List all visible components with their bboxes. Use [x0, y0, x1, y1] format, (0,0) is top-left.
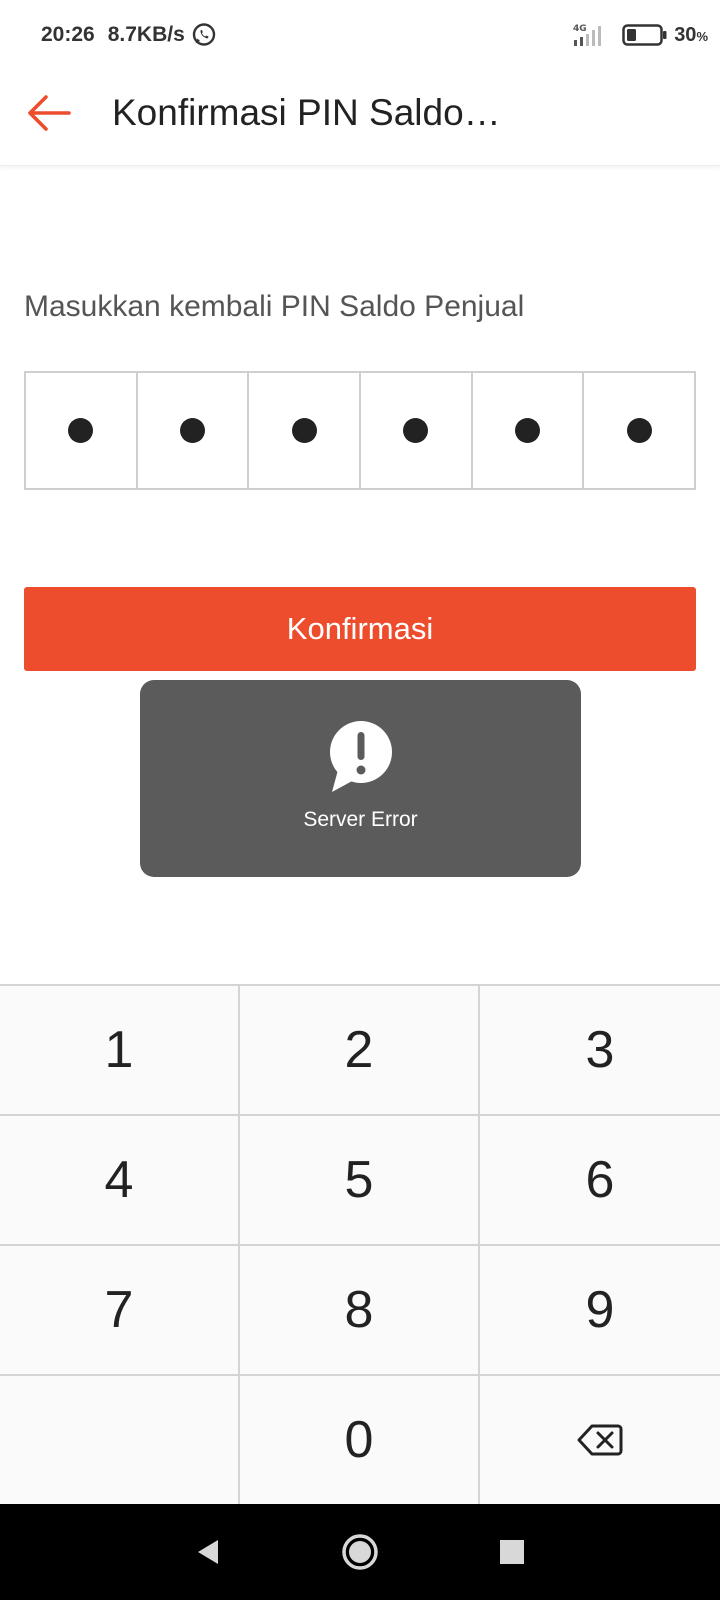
- keypad-key-2[interactable]: 2: [240, 986, 480, 1116]
- pin-input[interactable]: [24, 371, 696, 490]
- signal-icon: 4G: [573, 24, 602, 46]
- status-bar-left: 20:26 8.7KB/s: [41, 20, 217, 50]
- pin-cell: [249, 373, 362, 488]
- status-time: 20:26: [41, 23, 95, 46]
- keypad-key-0[interactable]: 0: [240, 1376, 480, 1506]
- backspace-icon: [577, 1424, 623, 1456]
- pin-dot: [403, 418, 429, 443]
- keypad-key-6[interactable]: 6: [480, 1116, 720, 1246]
- numeric-keypad: 123 456 7890: [0, 984, 720, 1506]
- pin-cell: [138, 373, 250, 488]
- pin-cell: [361, 373, 473, 488]
- pin-dot: [626, 418, 652, 443]
- keypad-key-7[interactable]: 7: [0, 1246, 240, 1376]
- pin-cell: [584, 373, 694, 488]
- toast-message: Server Error: [303, 808, 418, 831]
- confirm-button[interactable]: Konfirmasi: [24, 587, 696, 671]
- network-type-label: 4G: [573, 24, 587, 34]
- keypad-key-3[interactable]: 3: [480, 986, 720, 1116]
- nav-recents-icon[interactable]: [492, 1532, 532, 1572]
- network-speed: 8.7KB/s: [107, 23, 185, 46]
- keypad-key-1[interactable]: 1: [0, 986, 240, 1116]
- app-bar: Konfirmasi PIN Saldo…: [0, 70, 720, 166]
- whatsapp-icon: [192, 23, 215, 46]
- back-button[interactable]: [22, 86, 76, 140]
- pin-dot: [515, 418, 541, 443]
- keypad-blank: [0, 1376, 240, 1506]
- alert-bubble-icon: [329, 721, 392, 792]
- pin-dot: [291, 418, 317, 443]
- error-toast: Server Error: [140, 680, 581, 877]
- battery-icon: [622, 24, 667, 46]
- keypad-key-8[interactable]: 8: [240, 1246, 480, 1376]
- nav-back-icon[interactable]: [188, 1532, 228, 1572]
- battery-percent: 30%: [674, 23, 708, 46]
- backspace-key[interactable]: [480, 1376, 720, 1506]
- arrow-left-icon: [28, 95, 71, 131]
- status-bar: 20:26 8.7KB/s 4G 30%: [0, 0, 720, 70]
- keypad-key-4[interactable]: 4: [0, 1116, 240, 1246]
- pin-dot: [180, 418, 205, 443]
- nav-home-icon[interactable]: [340, 1532, 380, 1572]
- keypad-key-9[interactable]: 9: [480, 1246, 720, 1376]
- page-title: Konfirmasi PIN Saldo…: [112, 92, 501, 133]
- pin-dot: [68, 418, 94, 443]
- status-bar-right: 4G 30%: [570, 20, 708, 50]
- navigation-bar: [0, 1504, 720, 1600]
- pin-prompt: Masukkan kembali PIN Saldo Penjual: [24, 290, 525, 323]
- keypad-key-5[interactable]: 5: [240, 1116, 480, 1246]
- pin-cell: [473, 373, 585, 488]
- pin-cell: [26, 373, 138, 488]
